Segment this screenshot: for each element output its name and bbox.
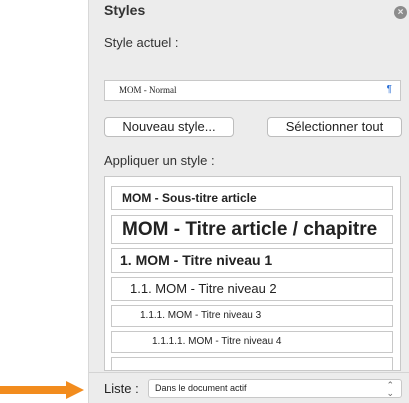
- style-item[interactable]: 1.1.1.1. MOM - Titre niveau 4: [111, 331, 393, 353]
- style-item[interactable]: 1.1.1. MOM - Titre niveau 3: [111, 305, 393, 327]
- pilcrow-icon[interactable]: ¶: [387, 84, 392, 95]
- style-item[interactable]: MOM - Titre article / chapitre: [111, 215, 393, 244]
- new-style-button[interactable]: Nouveau style...: [104, 117, 234, 137]
- list-filter-label: Liste :: [104, 381, 139, 396]
- current-style-value: MOM - Normal: [119, 85, 177, 95]
- divider: [89, 372, 409, 373]
- current-style-label: Style actuel :: [104, 35, 179, 50]
- style-list[interactable]: MOM - Sous-titre article MOM - Titre art…: [104, 176, 401, 371]
- panel-title: Styles: [104, 2, 146, 18]
- list-filter-value: Dans le document actif: [155, 383, 247, 393]
- style-item[interactable]: MOM - Sous-titre article: [111, 186, 393, 210]
- current-style-field[interactable]: MOM - Normal ¶: [104, 80, 401, 101]
- pointer-arrow: [0, 381, 84, 399]
- close-icon[interactable]: ×: [394, 6, 407, 19]
- style-item[interactable]: 1. MOM - Titre niveau 1: [111, 248, 393, 273]
- select-all-button[interactable]: Sélectionner tout: [267, 117, 402, 137]
- style-item-partial[interactable]: [111, 357, 393, 370]
- list-filter-select[interactable]: Dans le document actif ⌃ ⌄: [148, 379, 402, 398]
- style-item[interactable]: 1.1. MOM - Titre niveau 2: [111, 277, 393, 301]
- apply-style-label: Appliquer un style :: [104, 153, 215, 168]
- styles-panel: Styles × Style actuel : MOM - Normal ¶ N…: [88, 0, 409, 403]
- updown-chevron-icon: ⌃ ⌄: [386, 380, 394, 398]
